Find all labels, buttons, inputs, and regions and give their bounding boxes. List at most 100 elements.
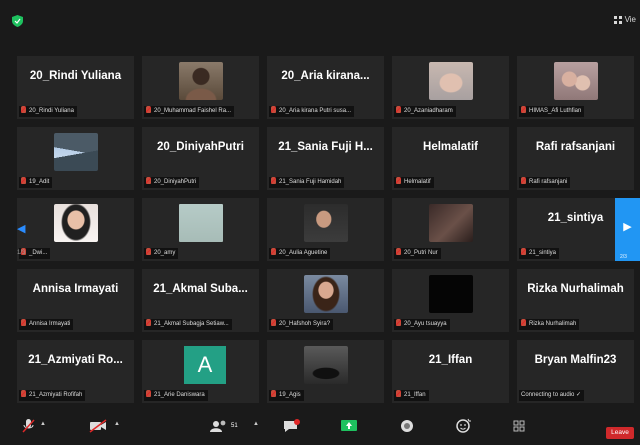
participant-name-label: 20_Rindi Yuliana	[19, 106, 77, 117]
participant-name-label: 20_Putri Nur	[394, 248, 441, 259]
participant-tile[interactable]: Rafi rafsanjani Rafi rafsanjani	[517, 127, 634, 190]
participant-video	[429, 275, 473, 313]
participant-name-label: 20_Aulia Aguetine	[269, 248, 331, 259]
participant-display-name: Bryan Malfin23	[534, 354, 617, 366]
page-indicator-right: 2/3	[620, 254, 627, 260]
muted-mic-icon	[21, 177, 26, 184]
participant-display-name: 21_Iffan	[428, 354, 473, 366]
participant-tile[interactable]: Helmalatif Helmalatif	[392, 127, 509, 190]
reactions-icon[interactable]	[452, 418, 474, 434]
muted-mic-icon	[396, 319, 401, 326]
participant-name-label: 20_Ayu tsuayya	[394, 319, 450, 330]
muted-mic-icon	[146, 106, 151, 113]
participant-tile[interactable]: A 21_Arie Daniswara	[142, 340, 259, 403]
participant-label-text: 19_Agis	[279, 392, 301, 398]
muted-mic-icon	[271, 319, 276, 326]
participant-display-name: 21_Azmiyati Ro...	[28, 354, 123, 366]
video-options-caret-icon[interactable]: ▲	[114, 421, 120, 427]
record-icon[interactable]	[396, 418, 418, 434]
audio-options-caret-icon[interactable]: ▲	[40, 421, 46, 427]
participant-label-text: 21_Sania Fuji Hamidah	[279, 179, 342, 185]
participant-tile[interactable]: 20_Hafshoh Syira?	[267, 269, 384, 332]
participant-video	[179, 204, 223, 242]
participant-name-label: Connecting to audio ✓	[519, 390, 585, 401]
participant-video	[304, 275, 348, 313]
participant-name-label: 20_Hafshoh Syira?	[269, 319, 334, 330]
participant-tile[interactable]: 20_DiniyahPutri 20_DiniyahPutri	[142, 127, 259, 190]
participant-tile[interactable]: Annisa Irmayati Annisa Irmayati	[17, 269, 134, 332]
muted-mic-icon	[271, 248, 276, 255]
participant-tile[interactable]: 20_amy	[142, 198, 259, 261]
leave-button[interactable]: Leave	[606, 427, 634, 439]
participant-tile[interactable]: 19_Agis	[267, 340, 384, 403]
participant-tile[interactable]: 20_Rindi Yuliana 20_Rindi Yuliana	[17, 56, 134, 119]
participant-name-label: 21_Azmiyati Rofifah	[19, 390, 86, 401]
stop-video-icon[interactable]	[87, 418, 109, 434]
participant-display-name: 20_Aria kirana...	[281, 70, 370, 82]
participant-tile[interactable]: Bryan Malfin23 Connecting to audio ✓	[517, 340, 634, 403]
participant-tile[interactable]: 20_Azaniadharam	[392, 56, 509, 119]
meeting-toolbar: ▲ ▲ 51 ▲ Leave	[0, 412, 640, 445]
participant-tile[interactable]: 21_Azmiyati Ro... 21_Azmiyati Rofifah	[17, 340, 134, 403]
participant-tile[interactable]: 19_Adit	[17, 127, 134, 190]
participant-display-name: Rafi rafsanjani	[535, 141, 616, 153]
participant-tile[interactable]: 20_Aria kirana... 20_Aria kirana Putri su…	[267, 56, 384, 119]
participant-name-label: 21_Arie Daniswara	[144, 390, 208, 401]
muted-mic-icon	[146, 390, 151, 397]
view-button[interactable]: Vie	[613, 15, 636, 24]
participant-video	[179, 62, 223, 100]
muted-mic-icon	[396, 390, 401, 397]
participants-icon[interactable]	[208, 418, 230, 434]
participant-name-label: 21_sintiya	[519, 248, 560, 259]
participant-name-label: 20_Azaniadharam	[394, 106, 456, 117]
muted-mic-icon	[21, 106, 26, 113]
participant-tile[interactable]: 21_Akmal Suba... 21_Akmal Subagja Setiaw.…	[142, 269, 259, 332]
participant-label-text: 21_Arie Daniswara	[154, 392, 205, 398]
participants-caret-icon[interactable]: ▲	[253, 421, 259, 427]
muted-mic-icon	[146, 177, 151, 184]
participant-label-text: 20_Ayu tsuayya	[404, 321, 447, 327]
chat-icon[interactable]	[280, 418, 302, 434]
apps-icon[interactable]	[508, 418, 530, 434]
gallery-view-icon	[613, 15, 622, 24]
participant-tile[interactable]: HIMAS_Afi Luthfian	[517, 56, 634, 119]
view-label: Vie	[624, 15, 636, 24]
muted-mic-icon	[146, 248, 151, 255]
shield-icon[interactable]	[12, 15, 23, 27]
participant-name-label: 21_Akmal Subagja Setiaw...	[144, 319, 232, 330]
participant-label-text: Helmalatif	[404, 179, 431, 185]
participant-display-name: Rizka Nurhalimah	[527, 283, 624, 295]
next-page-button[interactable]: ▶	[615, 198, 640, 261]
participant-label-text: 21_Akmal Subagja Setiaw...	[154, 321, 229, 327]
participant-name-label: 19_Agis	[269, 390, 304, 401]
participant-tile[interactable]: Rizka Nurhalimah Rizka Nurhalimah	[517, 269, 634, 332]
share-screen-icon[interactable]	[338, 418, 360, 434]
previous-page-arrow[interactable]: ◀	[17, 222, 25, 235]
participant-tile[interactable]: 20_Muhammad Faishel Ra...	[142, 56, 259, 119]
participant-label-text: 20_Azaniadharam	[404, 108, 453, 114]
participant-name-label: 20_Muhammad Faishel Ra...	[144, 106, 235, 117]
participant-display-name: 20_DiniyahPutri	[157, 141, 244, 153]
participant-name-label: HIMAS_Afi Luthfian	[519, 106, 585, 117]
next-page-arrow: ▶	[623, 221, 632, 233]
participant-tile[interactable]: 20_Ayu tsuayya	[392, 269, 509, 332]
meeting-top-bar: Vie	[0, 0, 640, 38]
participant-tile[interactable]: 21_Sania Fuji H... 21_Sania Fuji Hamidah	[267, 127, 384, 190]
participant-display-name: 21_Akmal Suba...	[153, 283, 248, 295]
participant-tile[interactable]: _Dwi...	[17, 198, 134, 261]
muted-mic-icon	[21, 390, 26, 397]
participant-tile[interactable]: 20_Putri Nur	[392, 198, 509, 261]
participant-tile[interactable]: 20_Aulia Aguetine	[267, 198, 384, 261]
participant-name-label: 21_Iffan	[394, 390, 429, 401]
participant-name-label: 20_DiniyahPutri	[144, 177, 200, 188]
mute-microphone-icon[interactable]	[18, 418, 40, 434]
participant-tile[interactable]: 21_Iffan 21_Iffan	[392, 340, 509, 403]
participant-label-text: 19_Adit	[29, 179, 50, 185]
participant-video	[304, 346, 348, 384]
muted-mic-icon	[521, 106, 526, 113]
participant-label-text: _Dwi...	[29, 250, 48, 256]
gallery-grid: 20_Rindi Yuliana 20_Rindi Yuliana 20_Muham…	[17, 56, 637, 408]
participant-video	[554, 62, 598, 100]
participant-name-label: 20_Aria kirana Putri susa...	[269, 106, 355, 117]
muted-mic-icon	[271, 106, 276, 113]
